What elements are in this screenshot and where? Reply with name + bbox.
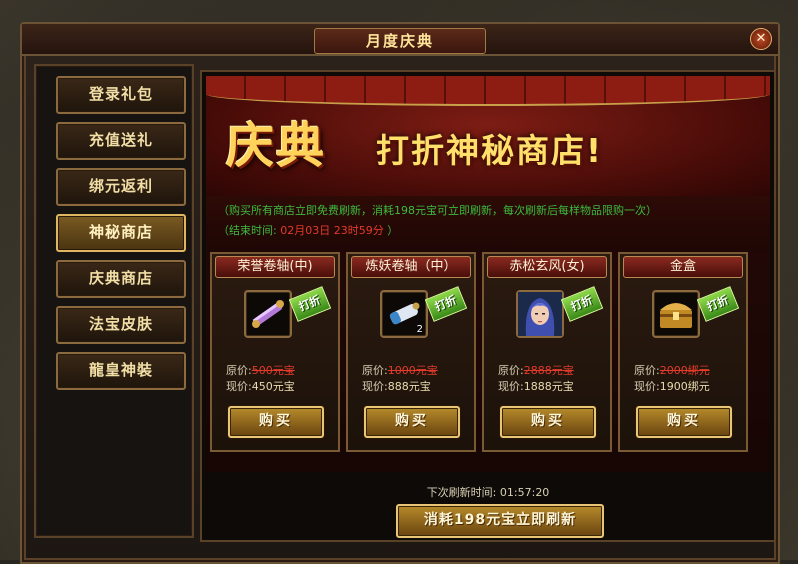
current-price: 现价:1888元宝 — [498, 378, 574, 394]
banner-subtitle: 打折神秘商店! — [376, 131, 604, 170]
sidebar-item-celebration-shop[interactable]: 庆典商店 — [56, 260, 186, 298]
shop-banner: 庆典 打折神秘商店! — [206, 76, 770, 196]
item-slot[interactable]: 2 — [380, 290, 428, 338]
current-price-value: 1900绑元 — [659, 380, 710, 393]
sidebar-item-login-gift[interactable]: 登录礼包 — [56, 76, 186, 114]
original-price-value: 1000元宝 — [387, 364, 438, 377]
current-price-value: 450元宝 — [251, 380, 295, 393]
next-refresh-countdown: 01:57:20 — [499, 486, 550, 499]
original-price-label: 原价: — [226, 364, 252, 377]
buy-button[interactable]: 购买 — [364, 406, 460, 438]
original-price: 原价:2000绑元 — [634, 362, 710, 378]
item-slot[interactable] — [516, 290, 564, 338]
original-price-label: 原价: — [498, 364, 524, 377]
shop-panel: 庆典 打折神秘商店! （购买所有商店立即免费刷新，消耗198元宝可立即刷新，每次… — [200, 70, 776, 542]
sidebar-item-bound-rebate[interactable]: 绑元返利 — [56, 168, 186, 206]
title-bar: 月度庆典 ✕ — [22, 24, 778, 56]
end-clock: 23时59分 — [333, 224, 384, 237]
close-icon: ✕ — [755, 31, 767, 46]
end-date: 02月03日 — [280, 224, 331, 237]
info-area: （购买所有商店立即免费刷新，消耗198元宝可立即刷新，每次刷新后每样物品限购一次… — [206, 196, 770, 252]
monthly-celebration-window: 月度庆典 ✕ 登录礼包 充值送礼 绑元返利 神秘商店 庆典商店 法宝皮肤 龍皇神… — [20, 22, 780, 564]
female-portrait-icon — [518, 292, 562, 336]
original-price: 原价:2888元宝 — [498, 362, 574, 378]
window-title: 月度庆典 — [314, 28, 486, 54]
close-button[interactable]: ✕ — [750, 28, 772, 50]
shop-card: 金盒 打折 原价:2000绑元 现价:1900绑元 购买 — [618, 252, 748, 452]
curtain-decoration — [206, 76, 770, 106]
shop-rules-text: （购买所有商店立即免费刷新，消耗198元宝可立即刷新，每次刷新后每样物品限购一次… — [218, 204, 657, 217]
banner-title: 庆典 — [226, 118, 327, 174]
end-time-close: ） — [387, 224, 399, 237]
discount-tag: 打折 — [696, 286, 740, 322]
discount-tag: 打折 — [560, 286, 604, 322]
current-price: 现价:888元宝 — [362, 378, 431, 394]
shop-card: 荣誉卷轴(中) 打折 原价:500元宝 现价:450元宝 购买 — [210, 252, 340, 452]
next-refresh-label: 下次刷新时间: — [426, 486, 497, 499]
buy-button[interactable]: 购买 — [500, 406, 596, 438]
refresh-now-button[interactable]: 消耗198元宝立即刷新 — [396, 504, 604, 538]
buy-button[interactable]: 购买 — [228, 406, 324, 438]
item-name: 荣誉卷轴(中) — [215, 256, 335, 278]
original-price-value: 2888元宝 — [523, 364, 574, 377]
original-price: 原价:1000元宝 — [362, 362, 438, 378]
end-time-text: （结束时间: 02月03日 23时59分 ） — [218, 222, 398, 238]
original-price: 原价:500元宝 — [226, 362, 295, 378]
shop-card: 赤松玄风(女) 打折 原价:2888元宝 现价:1888元宝 购买 — [482, 252, 612, 452]
current-price-label: 现价: — [498, 380, 524, 393]
sidebar-item-mystery-shop[interactable]: 神秘商店 — [56, 214, 186, 252]
scroll-purple-icon — [252, 300, 284, 328]
discount-tag: 打折 — [424, 286, 468, 322]
shop-card: 炼妖卷轴（中） 2 打折 原价:1000元宝 现价:888元宝 购买 — [346, 252, 476, 452]
item-name: 金盒 — [623, 256, 743, 278]
discount-tag: 打折 — [288, 286, 332, 322]
current-price-label: 现价: — [226, 380, 252, 393]
current-price: 现价:1900绑元 — [634, 378, 710, 394]
current-price: 现价:450元宝 — [226, 378, 295, 394]
current-price-value: 1888元宝 — [523, 380, 574, 393]
sidebar-item-treasure-skin[interactable]: 法宝皮肤 — [56, 306, 186, 344]
current-price-value: 888元宝 — [387, 380, 431, 393]
original-price-value: 2000绑元 — [659, 364, 710, 377]
current-price-label: 现价: — [362, 380, 388, 393]
item-name: 赤松玄风(女) — [487, 256, 607, 278]
original-price-label: 原价: — [634, 364, 660, 377]
item-name: 炼妖卷轴（中） — [351, 256, 471, 278]
shop-items: 荣誉卷轴(中) 打折 原价:500元宝 现价:450元宝 购买 炼妖卷轴（中） … — [206, 252, 770, 472]
sidebar: 登录礼包 充值送礼 绑元返利 神秘商店 庆典商店 法宝皮肤 龍皇神裝 — [34, 64, 194, 538]
item-slot[interactable] — [652, 290, 700, 338]
sidebar-item-dragon-outfit[interactable]: 龍皇神裝 — [56, 352, 186, 390]
next-refresh-time: 下次刷新时间: 01:57:20 — [202, 484, 774, 500]
original-price-value: 500元宝 — [251, 364, 295, 377]
current-price-label: 现价: — [634, 380, 660, 393]
item-quantity: 2 — [416, 324, 423, 335]
original-price-label: 原价: — [362, 364, 388, 377]
end-time-label: （结束时间: — [218, 224, 277, 237]
buy-button[interactable]: 购买 — [636, 406, 732, 438]
item-slot[interactable] — [244, 290, 292, 338]
sidebar-item-recharge-gift[interactable]: 充值送礼 — [56, 122, 186, 160]
gold-chest-icon — [660, 303, 692, 328]
